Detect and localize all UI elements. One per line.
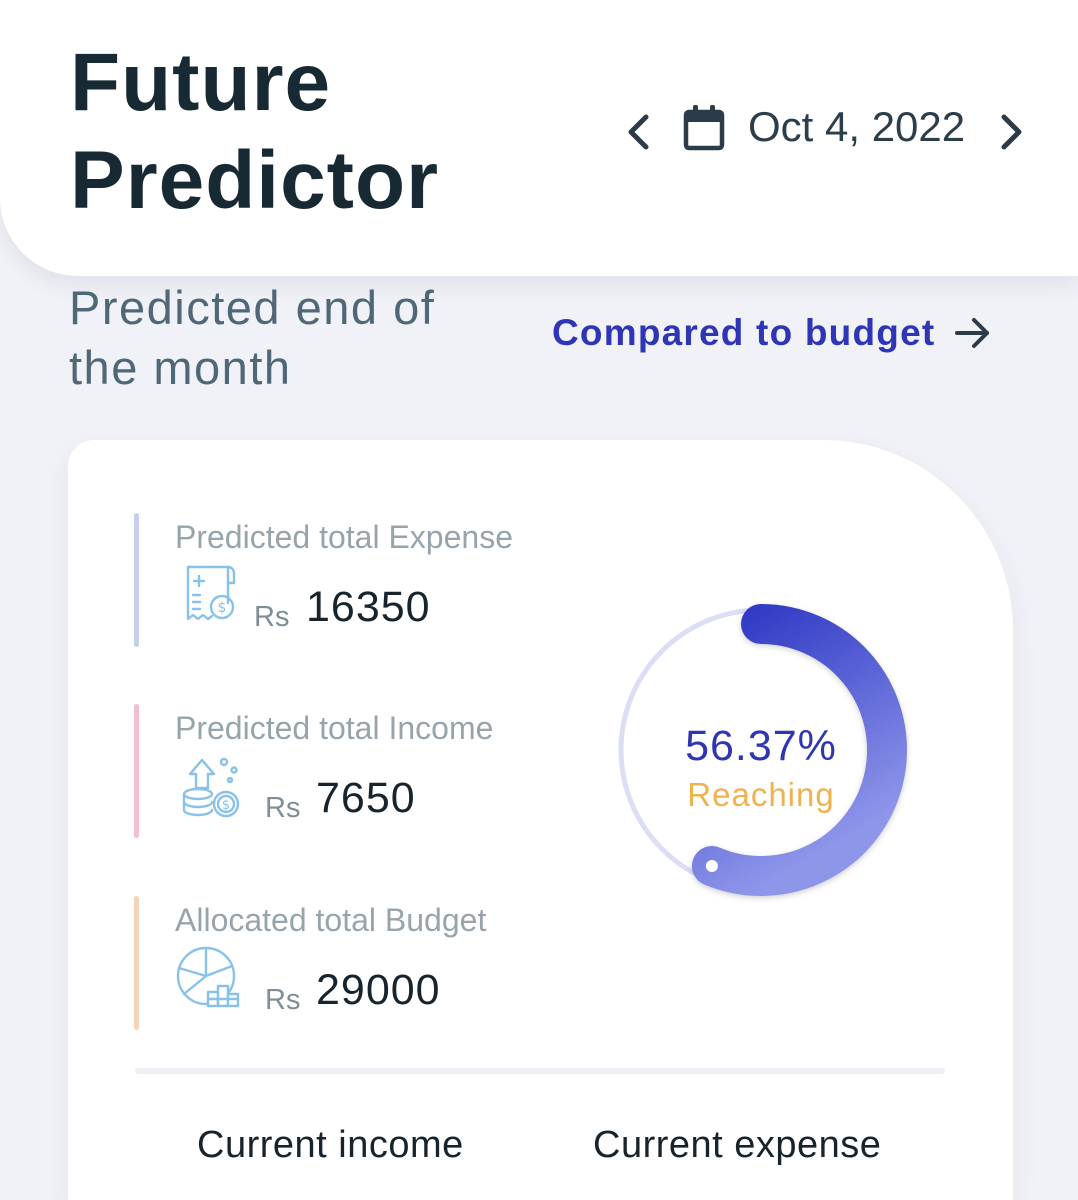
card-divider xyxy=(135,1068,945,1074)
compared-to-budget-link[interactable]: Compared to budget xyxy=(552,312,991,354)
svg-text:$: $ xyxy=(222,798,230,813)
current-income-label: Current income xyxy=(197,1124,464,1166)
predicted-income-label: Predicted total Income xyxy=(175,710,494,746)
section-title-line-2: the month xyxy=(69,341,292,394)
progress-percent: 56.37% xyxy=(685,722,837,770)
pie-chart-coins-icon xyxy=(176,946,240,1008)
receipt-dollar-icon: $ xyxy=(186,565,236,621)
chevron-right-icon xyxy=(1001,114,1022,150)
chevron-left-icon xyxy=(628,114,649,150)
expense-currency: Rs xyxy=(254,601,290,633)
compared-to-budget-label: Compared to budget xyxy=(552,312,936,353)
expense-accent-bar xyxy=(134,513,139,647)
allocated-budget-value: 29000 xyxy=(316,966,441,1014)
predicted-income-stat[interactable]: Predicted total Income $ Rs 7650 xyxy=(134,704,604,840)
income-accent-bar xyxy=(134,704,139,838)
budget-currency: Rs xyxy=(265,984,301,1016)
predicted-expense-label: Predicted total Expense xyxy=(175,519,513,555)
budget-accent-bar xyxy=(134,896,139,1030)
predicted-expense-value: 16350 xyxy=(306,583,431,631)
page-title-line-2: Predictor xyxy=(70,135,439,226)
section-title-line-1: Predicted end of xyxy=(69,281,436,334)
svg-text:$: $ xyxy=(218,600,227,616)
next-date-button[interactable] xyxy=(990,102,1034,162)
header: Future Predictor Oct 4, 2022 xyxy=(0,0,1078,276)
allocated-budget-label: Allocated total Budget xyxy=(175,902,487,938)
predicted-income-value: 7650 xyxy=(316,774,416,822)
income-currency: Rs xyxy=(265,792,301,824)
progress-caption: Reaching xyxy=(687,776,835,813)
calendar-icon[interactable] xyxy=(682,104,726,152)
budget-progress-ring[interactable]: 56.37% Reaching xyxy=(606,598,926,918)
allocated-budget-stat[interactable]: Allocated total Budget Rs 29000 xyxy=(134,896,604,1032)
arrow-right-icon xyxy=(955,318,990,348)
prediction-card: Predicted total Expense $ Rs 16350 Predi… xyxy=(68,440,1013,1200)
predicted-expense-stat[interactable]: Predicted total Expense $ Rs 16350 xyxy=(134,513,604,649)
current-expense-label: Current expense xyxy=(593,1124,882,1166)
section-title: Predicted end of the month xyxy=(69,278,435,398)
page-title-line-1: Future xyxy=(70,37,332,128)
selected-date[interactable]: Oct 4, 2022 xyxy=(748,100,965,154)
page-title: Future Predictor xyxy=(70,34,439,230)
coins-growth-icon: $ xyxy=(182,757,240,818)
previous-date-button[interactable] xyxy=(616,102,660,162)
progress-ring-end-dot xyxy=(705,860,718,873)
